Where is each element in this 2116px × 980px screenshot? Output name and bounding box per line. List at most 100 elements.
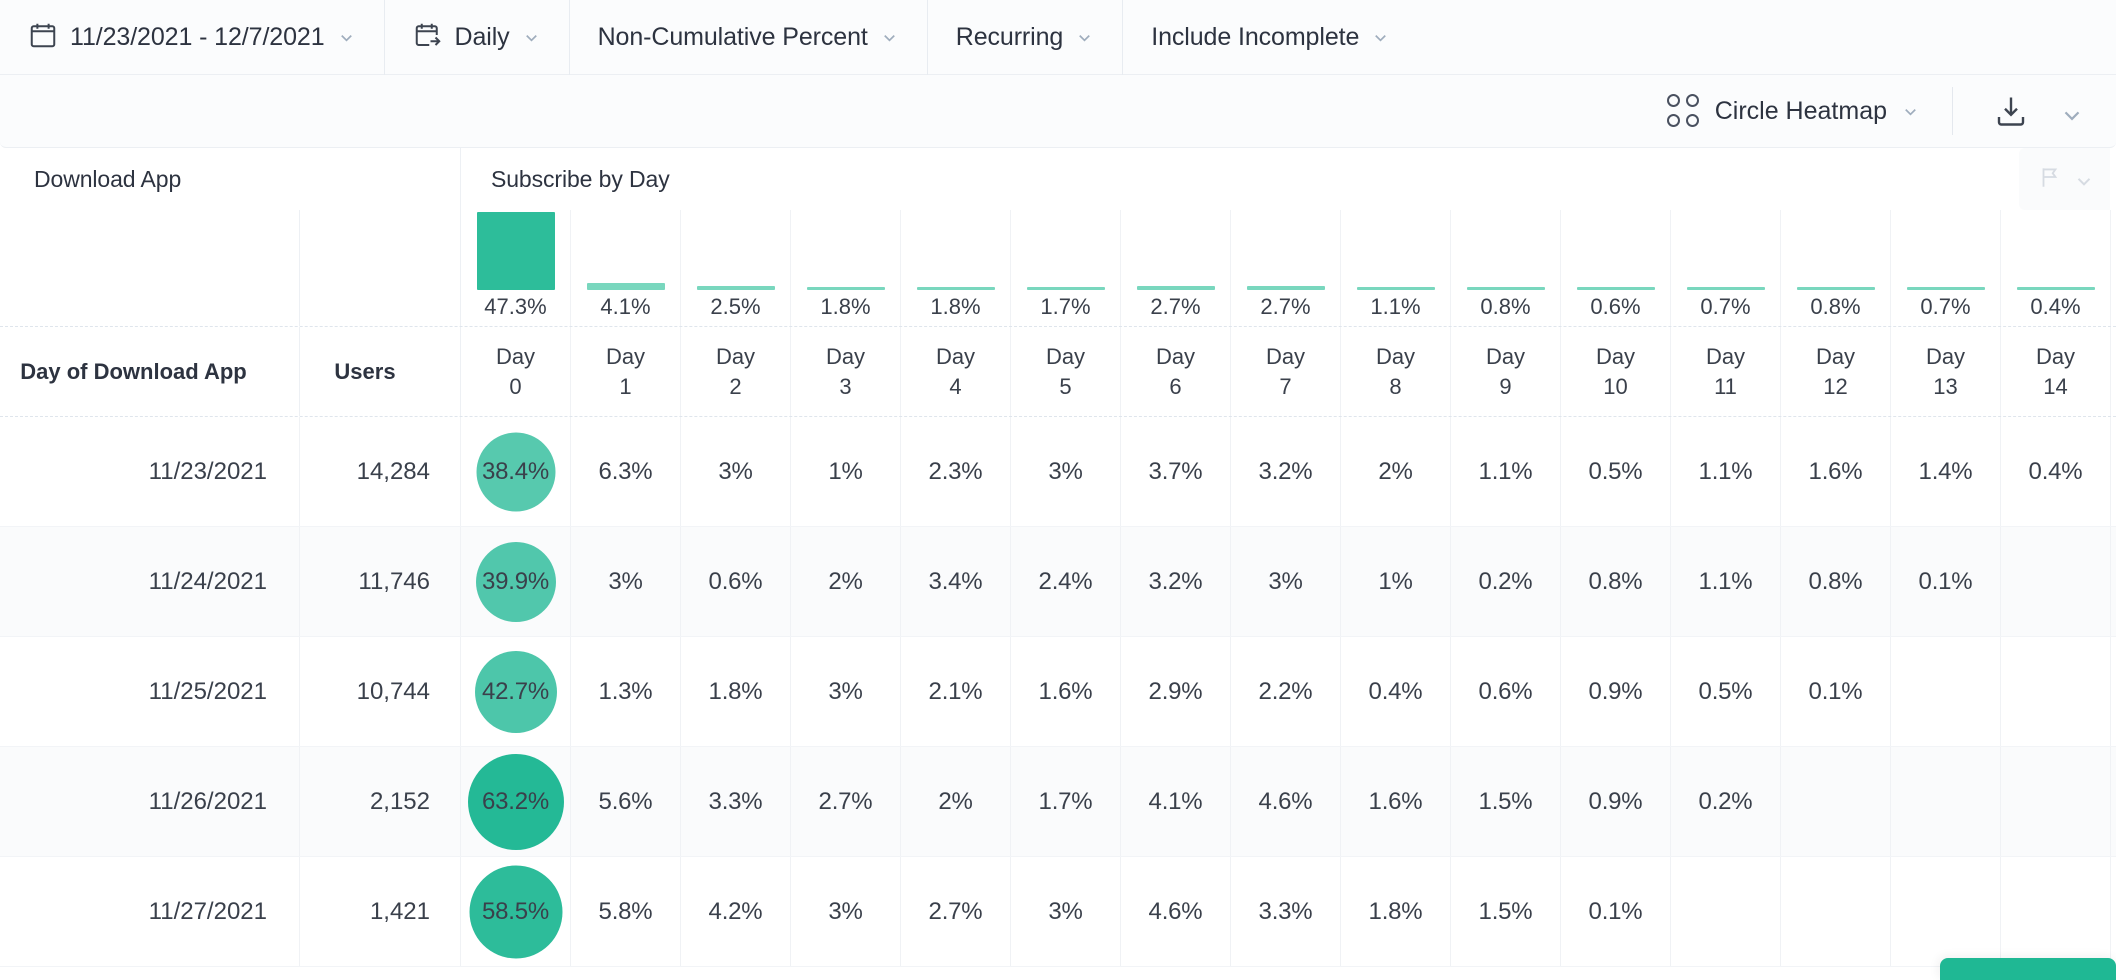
cell-retention-value: 0.1% xyxy=(1781,637,1891,746)
summary-bar-value: 1.1% xyxy=(1370,294,1421,319)
summary-cell: 0.7% xyxy=(1671,210,1781,326)
day-column-header: Day 4 xyxy=(901,327,1011,416)
retention-value-text: 1% xyxy=(1378,567,1413,595)
day-header-prefix: Day xyxy=(1155,343,1196,369)
cell-cohort-date: 11/27/2021 xyxy=(0,857,300,966)
cell-retention-value: 0.1% xyxy=(1561,857,1671,966)
cell-cohort-date: 11/25/2021 xyxy=(0,637,300,746)
day-column-header: Day 2 xyxy=(681,327,791,416)
cell-retention-value: 0.9% xyxy=(1561,637,1671,746)
day-header-number: 5 xyxy=(1059,373,1072,399)
cell-retention-value: 4.1% xyxy=(1121,747,1231,856)
cell-retention-value: 1.7% xyxy=(1011,747,1121,856)
retention-value-text: 3.2% xyxy=(1258,457,1313,485)
retention-value-text: 3% xyxy=(608,567,643,595)
day-header-number: 4 xyxy=(949,373,962,399)
cell-retention-value: 0.4% xyxy=(2001,417,2111,526)
retention-value-text: 3% xyxy=(1048,897,1083,925)
retention-value-text: 0.8% xyxy=(1588,567,1643,595)
day-header-prefix: Day xyxy=(1265,343,1306,369)
filter-measure-label: Non-Cumulative Percent xyxy=(597,22,868,51)
day-column-header: Day 0 xyxy=(461,327,571,416)
retention-value-text: 6.3% xyxy=(598,457,653,485)
retention-value-text: 3% xyxy=(1048,457,1083,485)
day-header-number: 14 xyxy=(2043,373,2068,399)
cell-retention-value: 3% xyxy=(571,527,681,636)
retention-value-text: 0.9% xyxy=(1588,787,1643,815)
cell-retention-value: 0.2% xyxy=(1451,527,1561,636)
cell-retention-value: 1.6% xyxy=(1341,747,1451,856)
visualization-type-label: Circle Heatmap xyxy=(1714,96,1887,125)
day-header-prefix: Day xyxy=(1375,343,1416,369)
cell-retention-value: 2.2% xyxy=(1231,637,1341,746)
day-header-prefix: Day xyxy=(935,343,976,369)
summary-cell: 2.5% xyxy=(681,210,791,326)
retention-value-text: 1.6% xyxy=(1038,677,1093,705)
retention-value-text: 3.3% xyxy=(708,787,763,815)
cohort-date-text: 11/24/2021 xyxy=(148,567,267,595)
summary-users-spacer xyxy=(300,210,461,326)
cell-retention-value: 1.1% xyxy=(1671,417,1781,526)
cell-users: 11,746 xyxy=(300,527,461,636)
filter-date-range[interactable]: 11/23/2021 - 12/7/2021 xyxy=(0,0,385,75)
floating-action-button[interactable] xyxy=(1940,958,2116,980)
retention-value-text: 3.2% xyxy=(1148,567,1203,595)
cell-retention-value: 5.6% xyxy=(571,747,681,856)
download-group xyxy=(1959,75,2106,147)
day-header-number: 11 xyxy=(1714,373,1737,399)
cell-retention-value: 2.9% xyxy=(1121,637,1231,746)
summary-bar-wrap xyxy=(2001,210,2110,290)
calendar-icon xyxy=(28,20,58,55)
day-header-number: 6 xyxy=(1169,373,1182,399)
retention-value-text: 5.8% xyxy=(598,897,653,925)
filter-completeness[interactable]: Include Incomplete xyxy=(1123,0,1418,75)
table-body: 11/23/2021 14,284 38.4% 6.3% 3% 1% 2.3% 3% 3.7% 3… xyxy=(0,417,2116,967)
summary-cell: 1.1% xyxy=(1341,210,1451,326)
flag-filter-control[interactable] xyxy=(2019,148,2110,210)
retention-value-text: 3% xyxy=(1268,567,1303,595)
retention-value-text: 39.9% xyxy=(481,567,550,595)
cell-cohort-date: 11/24/2021 xyxy=(0,527,300,636)
visualization-type-select[interactable]: Circle Heatmap xyxy=(1641,75,1946,147)
retention-value-text: 2% xyxy=(1378,457,1413,485)
filter-granularity[interactable]: Daily xyxy=(385,0,570,75)
summary-cell: 0.6% xyxy=(1561,210,1671,326)
filter-recurrence[interactable]: Recurring xyxy=(928,0,1124,75)
cell-retention-value: 1.5% xyxy=(1451,857,1561,966)
users-value-text: 1,421 xyxy=(369,897,430,925)
summary-cell: 0.7% xyxy=(1891,210,2001,326)
retention-value-text: 1.5% xyxy=(1478,897,1533,925)
filter-measure[interactable]: Non-Cumulative Percent xyxy=(570,0,928,75)
retention-value-text: 0.4% xyxy=(2028,457,2083,485)
users-header: Users xyxy=(300,327,461,416)
cell-retention-value xyxy=(2001,857,2111,966)
cell-retention-value: 0.4% xyxy=(1341,637,1451,746)
retention-value-text: 2.2% xyxy=(1258,677,1313,705)
retention-value-text: 1.8% xyxy=(1368,897,1423,925)
day-header-prefix: Day xyxy=(1925,343,1966,369)
retention-value-text: 2.1% xyxy=(928,677,983,705)
retention-value-text: 2.4% xyxy=(1038,567,1093,595)
cell-retention-value: 42.7% xyxy=(461,637,571,746)
cell-retention-value: 1.3% xyxy=(571,637,681,746)
retention-value-text: 1.6% xyxy=(1368,787,1423,815)
summary-cell: 47.3% xyxy=(461,210,571,326)
retention-value-text: 0.2% xyxy=(1478,567,1533,595)
retention-value-text: 5.6% xyxy=(598,787,653,815)
retention-value-text: 42.7% xyxy=(481,677,550,705)
day-header-number: 1 xyxy=(619,373,632,399)
cell-retention-value xyxy=(1781,857,1891,966)
retention-value-text: 3.4% xyxy=(928,567,983,595)
retention-value-text: 4.6% xyxy=(1258,787,1313,815)
day-column-header: Day 7 xyxy=(1231,327,1341,416)
section-title-subscribe-by-day: Subscribe by Day xyxy=(491,165,670,192)
download-icon[interactable] xyxy=(1993,93,2029,129)
cell-retention-value xyxy=(2001,747,2111,856)
cell-retention-value: 2.1% xyxy=(901,637,1011,746)
chevron-down-icon[interactable] xyxy=(2059,102,2080,121)
summary-bar-row: 47.3% 4.1% 2.5% 1.8% 1.8% 1.7% 2.7% 2.7% 1.1% 0.8… xyxy=(0,210,2116,327)
day-header-number: 2 xyxy=(729,373,742,399)
retention-value-text: 0.6% xyxy=(708,567,763,595)
day-header-number: 9 xyxy=(1499,373,1512,399)
day-header-number: 3 xyxy=(839,373,852,399)
